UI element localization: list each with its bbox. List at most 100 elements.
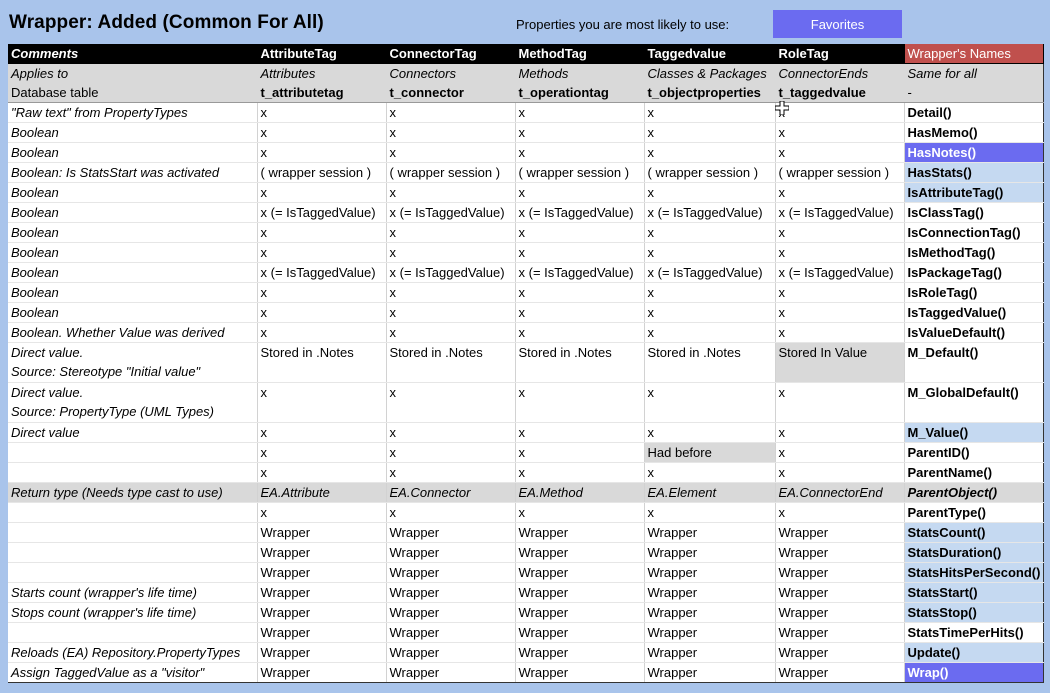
wrapper-name-cell[interactable]: IsValueDefault() <box>904 322 1045 343</box>
value-cell[interactable]: x <box>257 322 387 343</box>
value-cell[interactable]: x <box>775 282 905 303</box>
value-cell[interactable]: Wrapper <box>644 582 776 603</box>
value-cell[interactable]: Stored in .Notes <box>515 342 645 383</box>
value-cell[interactable]: x <box>257 242 387 263</box>
wrapper-name-cell[interactable]: StatsStop() <box>904 602 1045 623</box>
value-cell[interactable]: ( wrapper session ) <box>386 162 516 183</box>
value-cell[interactable]: x (= IsTaggedValue) <box>644 262 776 283</box>
value-cell[interactable]: Wrapper <box>644 602 776 623</box>
meta-cell[interactable]: t_taggedvalue <box>775 83 905 103</box>
value-cell[interactable]: x <box>515 502 645 523</box>
value-cell[interactable]: x <box>386 182 516 203</box>
meta-cell[interactable]: Applies to <box>8 63 258 83</box>
value-cell[interactable]: x <box>775 422 905 443</box>
value-cell[interactable]: x <box>515 242 645 263</box>
value-cell[interactable]: Wrapper <box>644 522 776 543</box>
wrapper-name-cell[interactable]: ParentName() <box>904 462 1045 483</box>
value-cell[interactable]: x <box>775 242 905 263</box>
value-cell[interactable]: x <box>515 422 645 443</box>
comment-cell[interactable]: Boolean <box>8 282 258 303</box>
comment-cell[interactable] <box>8 562 258 583</box>
wrapper-name-cell[interactable]: StatsCount() <box>904 522 1045 543</box>
meta-cell[interactable]: t_operationtag <box>515 83 645 103</box>
value-cell[interactable]: x <box>257 502 387 523</box>
comment-cell[interactable] <box>8 542 258 563</box>
value-cell[interactable]: EA.Element <box>644 482 776 503</box>
meta-cell[interactable]: Methods <box>515 63 645 83</box>
wrapper-name-cell[interactable]: IsClassTag() <box>904 202 1045 223</box>
value-cell[interactable]: Wrapper <box>775 642 905 663</box>
value-cell[interactable]: x (= IsTaggedValue) <box>644 202 776 223</box>
value-cell[interactable]: x (= IsTaggedValue) <box>515 202 645 223</box>
value-cell[interactable]: x (= IsTaggedValue) <box>515 262 645 283</box>
meta-cell[interactable]: ConnectorEnds <box>775 63 905 83</box>
value-cell[interactable]: x <box>257 222 387 243</box>
wrapper-name-cell[interactable]: Wrap() <box>904 662 1045 683</box>
comment-cell[interactable]: Direct value <box>8 422 258 443</box>
value-cell[interactable]: Wrapper <box>515 662 645 683</box>
comment-cell[interactable] <box>8 502 258 523</box>
value-cell[interactable]: x <box>644 322 776 343</box>
meta-cell[interactable]: Attributes <box>257 63 387 83</box>
wrapper-name-cell[interactable]: ParentType() <box>904 502 1045 523</box>
value-cell[interactable]: x <box>775 302 905 323</box>
value-cell[interactable]: x <box>257 122 387 143</box>
comment-cell[interactable]: Boolean <box>8 222 258 243</box>
comment-cell[interactable]: Direct value. Source: Stereotype "Initial… <box>8 342 258 383</box>
value-cell[interactable]: x <box>644 462 776 483</box>
value-cell[interactable]: Stored in .Notes <box>386 342 516 383</box>
comment-cell[interactable]: Return type (Needs type cast to use) <box>8 482 258 503</box>
value-cell[interactable]: x <box>644 142 776 163</box>
value-cell[interactable]: x <box>644 222 776 243</box>
comment-cell[interactable] <box>8 522 258 543</box>
value-cell[interactable]: x <box>644 302 776 323</box>
wrapper-name-cell[interactable]: IsMethodTag() <box>904 242 1045 263</box>
value-cell[interactable]: x <box>257 422 387 443</box>
value-cell[interactable]: x (= IsTaggedValue) <box>257 202 387 223</box>
value-cell[interactable]: x <box>775 322 905 343</box>
meta-cell[interactable]: - <box>904 83 1045 103</box>
value-cell[interactable]: ( wrapper session ) <box>257 162 387 183</box>
value-cell[interactable]: Wrapper <box>257 642 387 663</box>
wrapper-name-cell[interactable]: StatsStart() <box>904 582 1045 603</box>
wrapper-name-cell[interactable]: IsAttributeTag() <box>904 182 1045 203</box>
value-cell[interactable]: x <box>515 382 645 423</box>
comment-cell[interactable] <box>8 622 258 643</box>
value-cell[interactable]: x <box>257 182 387 203</box>
value-cell[interactable]: Wrapper <box>257 662 387 683</box>
value-cell[interactable]: x <box>257 462 387 483</box>
wrapper-name-cell[interactable]: HasNotes() <box>904 142 1045 163</box>
value-cell[interactable]: Stored In Value <box>775 342 905 383</box>
value-cell[interactable]: Wrapper <box>386 622 516 643</box>
value-cell[interactable]: x <box>386 102 516 123</box>
wrapper-name-cell[interactable]: HasStats() <box>904 162 1045 183</box>
value-cell[interactable]: x (= IsTaggedValue) <box>257 262 387 283</box>
value-cell[interactable]: Wrapper <box>257 542 387 563</box>
comment-cell[interactable] <box>8 442 258 463</box>
comment-cell[interactable]: Starts count (wrapper's life time) <box>8 582 258 603</box>
value-cell[interactable]: ( wrapper session ) <box>644 162 776 183</box>
value-cell[interactable]: x <box>386 462 516 483</box>
value-cell[interactable]: x <box>644 382 776 423</box>
value-cell[interactable]: Wrapper <box>515 582 645 603</box>
comment-cell[interactable]: Boolean <box>8 262 258 283</box>
value-cell[interactable]: Wrapper <box>515 622 645 643</box>
value-cell[interactable]: x <box>644 122 776 143</box>
value-cell[interactable]: x <box>257 442 387 463</box>
value-cell[interactable]: Wrapper <box>515 602 645 623</box>
value-cell[interactable]: Wrapper <box>386 522 516 543</box>
value-cell[interactable]: Wrapper <box>644 562 776 583</box>
value-cell[interactable]: Wrapper <box>515 562 645 583</box>
value-cell[interactable]: Stored in .Notes <box>257 342 387 383</box>
value-cell[interactable]: x <box>386 122 516 143</box>
wrapper-name-cell[interactable]: M_GlobalDefault() <box>904 382 1045 423</box>
value-cell[interactable]: Wrapper <box>644 542 776 563</box>
meta-cell[interactable]: Connectors <box>386 63 516 83</box>
value-cell[interactable]: EA.Connector <box>386 482 516 503</box>
value-cell[interactable]: x <box>386 322 516 343</box>
wrapper-name-cell[interactable]: IsTaggedValue() <box>904 302 1045 323</box>
meta-cell[interactable]: t_attributetag <box>257 83 387 103</box>
value-cell[interactable]: x <box>386 282 516 303</box>
value-cell[interactable]: Had before <box>644 442 776 463</box>
value-cell[interactable]: x <box>775 102 905 123</box>
